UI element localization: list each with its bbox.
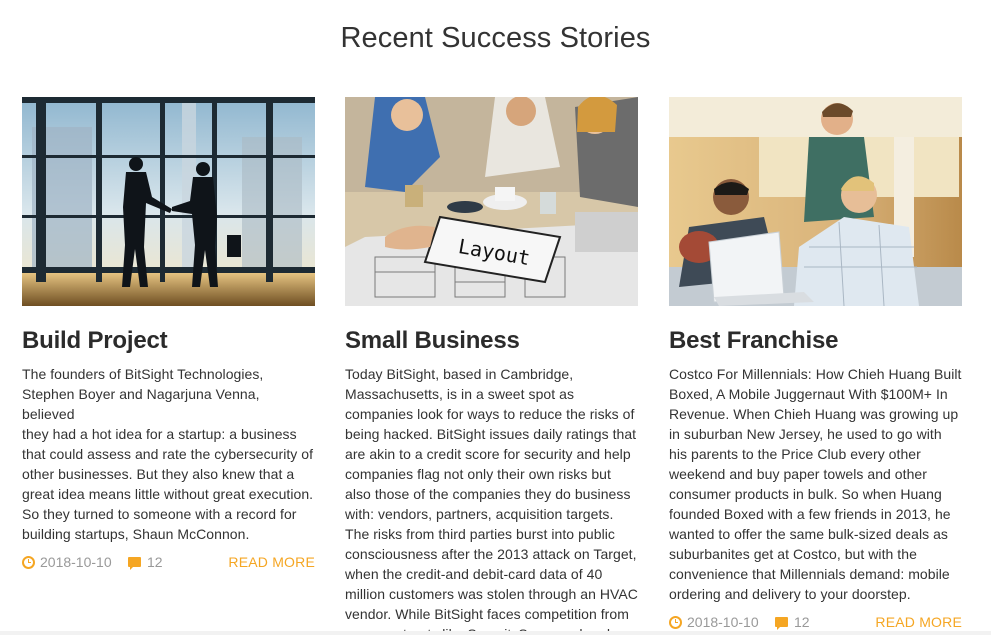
- read-more-link[interactable]: READ MORE: [875, 612, 962, 632]
- read-more-link[interactable]: READ MORE: [228, 552, 315, 572]
- comment-count[interactable]: 12: [775, 612, 810, 632]
- card-title[interactable]: Build Project: [22, 326, 315, 356]
- section-title: Recent Success Stories: [340, 22, 651, 54]
- date-text: 2018-10-10: [40, 554, 112, 570]
- story-image-handshake[interactable]: [22, 97, 315, 306]
- card-meta: 2018-10-10 12 READ MORE: [22, 552, 315, 572]
- comment-count[interactable]: 12: [128, 552, 163, 572]
- comment-count-text: 12: [794, 614, 810, 630]
- card-excerpt: Today BitSight, based in Cambridge, Mass…: [345, 366, 638, 635]
- card-title[interactable]: Small Business: [345, 326, 638, 356]
- story-image-students-laptop[interactable]: [669, 97, 962, 306]
- story-card-build-project: Build Project The founders of BitSight T…: [22, 97, 315, 572]
- post-date: 2018-10-10: [669, 612, 759, 632]
- story-image-layout-meeting[interactable]: Layout: [345, 97, 638, 306]
- page-bottom-edge: [0, 631, 991, 635]
- clock-icon: [669, 615, 682, 629]
- date-text: 2018-10-10: [687, 614, 759, 630]
- comment-icon: [128, 557, 141, 570]
- story-card-best-franchise: Best Franchise Costco For Millennials: H…: [669, 97, 962, 632]
- card-meta: 2018-10-10 12 READ MORE: [669, 612, 962, 632]
- card-title[interactable]: Best Franchise: [669, 326, 962, 356]
- post-date: 2018-10-10: [22, 552, 112, 572]
- card-excerpt: The founders of BitSight Technologies, S…: [22, 366, 314, 542]
- story-card-small-business: Layout Small Business Today BitSight, ba…: [345, 97, 638, 635]
- comment-count-text: 12: [147, 554, 163, 570]
- comment-icon: [775, 617, 788, 630]
- clock-icon: [22, 555, 35, 569]
- card-excerpt: Costco For Millennials: How Chieh Huang …: [669, 366, 962, 602]
